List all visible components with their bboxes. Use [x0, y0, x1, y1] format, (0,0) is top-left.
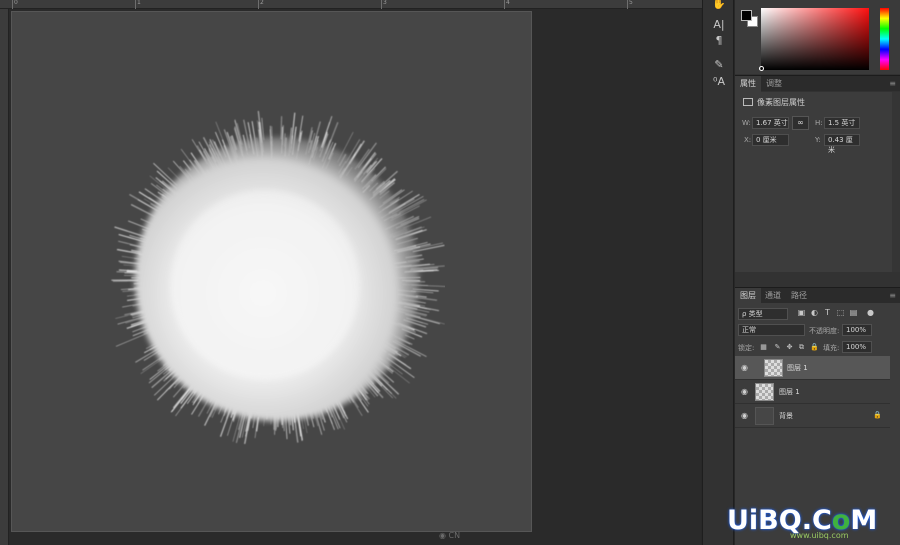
tab-paths[interactable]: 路径	[786, 288, 812, 304]
horizontal-ruler[interactable]: 0 1 2 3 4 5	[0, 0, 702, 9]
y-field[interactable]: 0.43 厘米	[824, 134, 860, 154]
panel-menu-icon[interactable]: ≡	[889, 79, 896, 88]
layer-thumbnail	[755, 407, 774, 425]
tab-channels[interactable]: 通道	[760, 288, 786, 304]
hand-tool-icon[interactable]: ✋	[711, 0, 727, 11]
link-dimensions-button[interactable]: ∞	[792, 116, 809, 130]
color-picker-cursor[interactable]	[759, 66, 764, 71]
lock-artboard-icon[interactable]: ⧉	[797, 343, 806, 352]
ruler-number: 4	[506, 0, 510, 6]
hue-slider[interactable]	[880, 8, 889, 70]
fur-strand	[115, 332, 149, 347]
ruler-tick	[12, 0, 13, 9]
width-field[interactable]: 1.67 英寸	[752, 117, 789, 129]
layer-name[interactable]: 背景	[779, 411, 793, 421]
properties-panel: 像素图层属性 W: 1.67 英寸 ∞ H: 1.5 英寸 X: 0 厘米 Y:…	[735, 92, 900, 272]
properties-tabbar: 属性 调整 ≡	[735, 75, 900, 92]
visibility-eye-icon[interactable]: ◉	[740, 387, 749, 396]
layer-row[interactable]: ◉ 背景 🔒	[735, 404, 890, 428]
pixel-layer-icon	[743, 98, 753, 106]
blend-mode-select[interactable]: 正常	[738, 324, 805, 336]
ruler-tick	[627, 0, 628, 9]
ruler-number: 5	[629, 0, 633, 6]
panel-menu-icon[interactable]: ≡	[889, 291, 896, 300]
height-field[interactable]: 1.5 英寸	[824, 117, 860, 129]
tab-layers[interactable]: 图层	[735, 288, 761, 304]
visibility-eye-icon[interactable]: ◉	[740, 363, 749, 372]
visibility-eye-icon[interactable]: ◉	[740, 411, 749, 420]
layer-thumbnail	[764, 359, 783, 377]
canvas-footer-mark: ◉ CN	[439, 531, 461, 540]
lock-paint-icon[interactable]: ✎	[773, 343, 782, 352]
filter-shape-icon[interactable]: ⬚	[836, 308, 845, 317]
glyphs-icon[interactable]: ⁰A	[711, 75, 727, 89]
x-label: X:	[744, 136, 752, 144]
filter-type-icon[interactable]: T	[823, 308, 832, 317]
paragraph-icon[interactable]: ¶	[711, 34, 727, 48]
filter-smartobject-icon[interactable]: ▤	[849, 308, 858, 317]
photoshop-window: 0 1 2 3 4 5 ◉ CN ✋ A| ¶ ✎ ⁰A 属性 调整 ≡ 像素图…	[0, 0, 900, 545]
y-label: Y:	[815, 136, 821, 144]
ruler-tick	[381, 0, 382, 9]
layer-row[interactable]: ◉ 图层 1	[735, 356, 890, 380]
opacity-label: 不透明度:	[809, 327, 840, 335]
right-panels: 属性 调整 ≡ 像素图层属性 W: 1.67 英寸 ∞ H: 1.5 英寸 X:…	[735, 0, 900, 545]
character-icon[interactable]: A|	[711, 18, 727, 32]
lock-label: 锁定:	[738, 344, 755, 352]
ruler-number: 1	[137, 0, 141, 6]
fur-strand	[386, 364, 410, 384]
site-watermark-url: www.uibq.com	[790, 531, 849, 540]
ruler-tick	[135, 0, 136, 9]
lock-position-icon[interactable]: ✥	[785, 343, 794, 352]
lock-transparent-icon[interactable]: ▦	[759, 343, 768, 352]
layer-filter-select[interactable]: ρ 类型	[738, 308, 788, 320]
ruler-tick	[504, 0, 505, 9]
properties-scrollbar[interactable]	[892, 92, 900, 272]
fill-label: 填充:	[823, 344, 840, 352]
tab-adjustments[interactable]: 调整	[761, 76, 787, 92]
ruler-number: 2	[260, 0, 264, 6]
ruler-number: 3	[383, 0, 387, 6]
ball-highlight	[170, 190, 360, 380]
tab-properties[interactable]: 属性	[735, 76, 761, 92]
color-panel	[735, 0, 900, 74]
document-canvas[interactable]	[11, 11, 532, 532]
ruler-tick	[258, 0, 259, 9]
fill-field[interactable]: 100%	[842, 341, 872, 353]
layer-name[interactable]: 图层 1	[779, 387, 800, 397]
x-field[interactable]: 0 厘米	[752, 134, 789, 146]
filter-adjustment-icon[interactable]: ◐	[810, 308, 819, 317]
filter-toggle-icon[interactable]: ●	[866, 308, 875, 317]
logo-icon: ◉	[439, 531, 449, 540]
fluffy-ball-artwork	[111, 110, 445, 445]
height-label: H:	[815, 119, 823, 127]
width-label: W:	[742, 119, 751, 127]
layers-tabbar: 图层 通道 路径 ≡	[735, 287, 900, 304]
fur-strand	[280, 116, 283, 140]
lock-all-icon[interactable]: 🔒	[810, 343, 819, 352]
filter-pixel-icon[interactable]: ▣	[797, 308, 806, 317]
panel-dock-strip: ✋ A| ¶ ✎ ⁰A	[702, 0, 734, 545]
layer-lock-icon: 🔒	[873, 411, 882, 419]
ruler-number: 0	[14, 0, 18, 6]
layer-row[interactable]: ◉ 图层 1	[735, 380, 890, 404]
vertical-ruler[interactable]	[0, 9, 9, 545]
document-workspace[interactable]: ◉ CN	[9, 9, 701, 545]
brush-presets-icon[interactable]: ✎	[711, 58, 727, 72]
opacity-field[interactable]: 100%	[842, 324, 872, 336]
foreground-color-swatch[interactable]	[741, 10, 752, 21]
color-picker-field[interactable]	[761, 8, 869, 70]
properties-title: 像素图层属性	[757, 98, 805, 107]
layer-name[interactable]: 图层 1	[787, 363, 808, 373]
layer-thumbnail	[755, 383, 774, 401]
